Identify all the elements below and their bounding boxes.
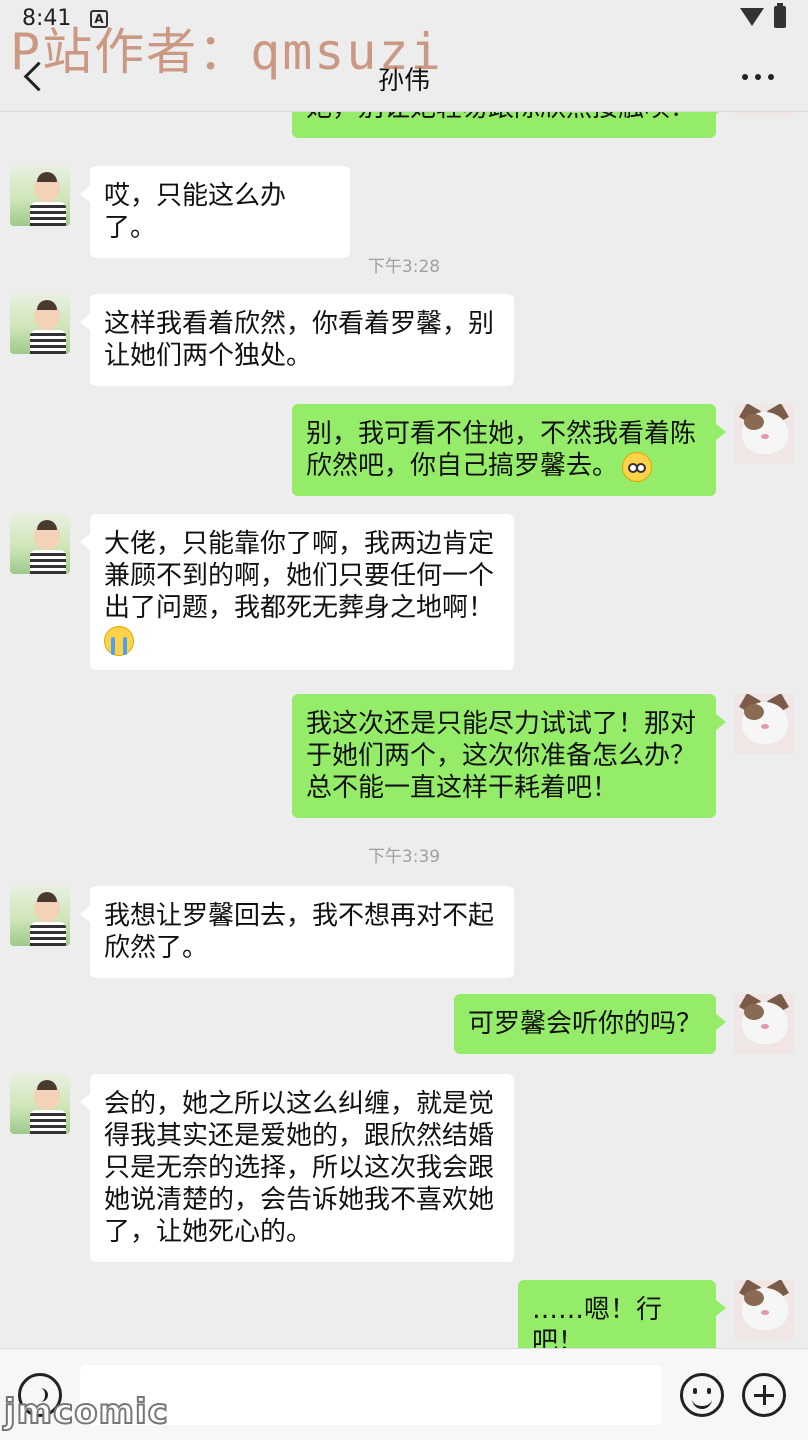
chat-title: 孙伟 — [377, 66, 430, 96]
avatar-self[interactable] — [734, 994, 794, 1054]
loudly-crying-face-icon — [104, 625, 134, 656]
avatar-contact[interactable] — [10, 514, 70, 574]
message-bubble-incoming[interactable]: 哎，只能这么办了。 — [80, 166, 350, 258]
timestamp: 下午3:28 — [367, 257, 441, 277]
emoji-picker-icon[interactable] — [680, 1373, 724, 1417]
message-bubble-incoming[interactable]: 会的，她之所以这么纠缠，就是觉 得我其实还是爱她的，跟欣然结婚 只是无奈的选择，… — [80, 1074, 514, 1262]
message-bubble-outgoing[interactable]: 可罗馨会听你的吗？ — [454, 994, 726, 1054]
avatar-self[interactable] — [734, 694, 794, 754]
message-bubble-outgoing[interactable]: 别，我可看不住她，不然我看着陈 欣然吧，你自己搞罗馨去。 — [292, 404, 726, 496]
status-time: 8:41 — [22, 6, 72, 31]
notification-a-icon: A — [90, 10, 108, 28]
message-bubble-outgoing[interactable]: ……嗯！行吧！ — [518, 1280, 726, 1348]
message-list[interactable]: 她，别让她轻易跟陈欣然接触呗？ 哎，只能这么办了。 下午3:28 这样我看着欣然… — [0, 100, 808, 1348]
wifi-icon — [740, 8, 764, 26]
avatar-self[interactable] — [734, 404, 794, 464]
message-bubble-incoming[interactable]: 我想让罗馨回去，我不想再对不起 欣然了。 — [80, 886, 514, 978]
flushed-face-icon — [622, 451, 653, 482]
message-bubble-incoming[interactable]: 大佬，只能靠你了啊，我两边肯定 兼顾不到的啊，她们只要任何一个 出了问题，我都死… — [80, 514, 514, 670]
message-bubble-incoming[interactable]: 这样我看着欣然，你看着罗馨，别 让她们两个独处。 — [80, 294, 514, 386]
more-actions-plus-icon[interactable] — [742, 1373, 786, 1417]
message-text: 大佬，只能靠你了啊，我两边肯定 兼顾不到的啊，她们只要任何一个 出了问题，我都死… — [104, 529, 495, 623]
more-options-icon[interactable] — [738, 62, 778, 92]
avatar-contact[interactable] — [10, 166, 70, 226]
chat-header: 孙伟 — [0, 40, 808, 112]
avatar-contact[interactable] — [10, 1074, 70, 1134]
avatar-self[interactable] — [734, 1280, 794, 1340]
message-bubble-outgoing[interactable]: 我这次还是只能尽力试试了！那对 于她们两个，这次你准备怎么办？ 总不能一直这样干… — [292, 694, 726, 818]
status-bar: 8:41 A — [0, 0, 808, 40]
status-icons — [740, 3, 786, 28]
avatar-contact[interactable] — [10, 294, 70, 354]
avatar-contact[interactable] — [10, 886, 70, 946]
battery-icon — [774, 3, 786, 28]
timestamp: 下午3:39 — [367, 847, 441, 867]
site-logo-watermark: jmcomic — [3, 1391, 169, 1433]
